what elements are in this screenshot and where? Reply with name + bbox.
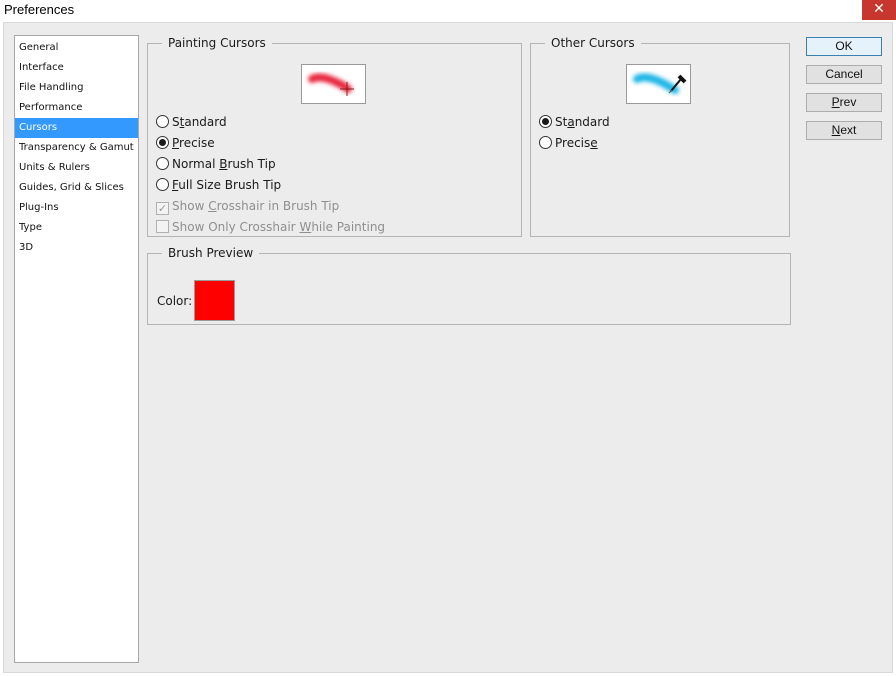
label-part: ext	[840, 123, 857, 137]
show-only-crosshair-option: Show Only Crosshair While Painting	[156, 219, 385, 235]
label-mnemonic: P	[172, 136, 180, 150]
show-crosshair-checkbox: ✓	[156, 202, 169, 215]
label-part: Show Only Crosshair	[172, 220, 300, 234]
other-cursors-group: Other Cursors Standard Precise	[530, 36, 790, 237]
painting-full-size-brush-tip-option[interactable]: Full Size Brush Tip	[156, 177, 281, 193]
close-button[interactable]: ✕	[862, 0, 896, 20]
painting-cursor-preview	[301, 64, 366, 104]
label-part: Precis	[555, 136, 591, 150]
sidebar-item-general[interactable]: General	[15, 38, 138, 58]
prev-button[interactable]: Prev	[806, 93, 882, 112]
sidebar-item-guides-grid-slices[interactable]: Guides, Grid & Slices	[15, 178, 138, 198]
label-mnemonic: P	[831, 95, 840, 109]
sidebar-item-transparency-gamut[interactable]: Transparency & Gamut	[15, 138, 138, 158]
close-icon: ✕	[873, 1, 885, 17]
dialog-client-area: General Interface File Handling Performa…	[3, 22, 893, 673]
label-part: S	[172, 115, 180, 129]
category-list[interactable]: General Interface File Handling Performa…	[14, 35, 139, 663]
label-mnemonic: a	[567, 115, 575, 129]
show-crosshair-option: ✓ Show Crosshair in Brush Tip	[156, 198, 340, 215]
label-part: ndard	[574, 115, 610, 129]
title-bar: Preferences ✕	[0, 0, 896, 22]
sidebar-item-performance[interactable]: Performance	[15, 98, 138, 118]
brush-preview-group: Brush Preview Color:	[147, 246, 791, 325]
label-part: rosshair in Brush Tip	[216, 199, 340, 213]
other-cursors-legend: Other Cursors	[551, 36, 635, 50]
painting-normal-brush-tip-radio[interactable]	[156, 157, 169, 170]
painting-standard-radio[interactable]	[156, 115, 169, 128]
sidebar-item-cursors[interactable]: Cursors	[15, 118, 138, 138]
ok-button[interactable]: OK	[806, 37, 882, 56]
painting-precise-radio[interactable]	[156, 136, 169, 149]
label-part: hile Painting	[311, 220, 386, 234]
other-cursor-preview	[626, 64, 691, 104]
sidebar-item-type[interactable]: Type	[15, 218, 138, 238]
painting-normal-brush-tip-option[interactable]: Normal Brush Tip	[156, 156, 276, 172]
sidebar-item-file-handling[interactable]: File Handling	[15, 78, 138, 98]
other-precise-option[interactable]: Precise	[539, 135, 598, 151]
painting-cursors-group: Painting Cursors Standard Precise Normal…	[147, 36, 522, 237]
cancel-button[interactable]: Cancel	[806, 65, 882, 84]
label-part: recise	[179, 136, 215, 150]
cyan-stroke-icon	[633, 73, 687, 94]
label-part: OK	[835, 39, 853, 53]
label-part: ull Size Brush Tip	[178, 178, 282, 192]
show-only-crosshair-checkbox	[156, 220, 169, 233]
next-button[interactable]: Next	[806, 121, 882, 140]
window-title: Preferences	[4, 2, 75, 17]
label-part: Show	[172, 199, 209, 213]
label-part: Cancel	[825, 67, 863, 81]
sidebar-item-3d[interactable]: 3D	[15, 238, 138, 258]
label-part: Normal	[172, 157, 220, 171]
painting-full-size-brush-tip-radio[interactable]	[156, 178, 169, 191]
red-brush-stroke-icon	[308, 73, 354, 96]
other-standard-radio[interactable]	[539, 115, 552, 128]
label-part: andard	[184, 115, 227, 129]
color-label: Color:	[157, 294, 193, 308]
label-mnemonic: C	[208, 199, 217, 213]
label-part: St	[555, 115, 568, 129]
brush-color-swatch[interactable]	[194, 280, 235, 321]
label-mnemonic: e	[590, 136, 598, 150]
sidebar-item-units-rulers[interactable]: Units & Rulers	[15, 158, 138, 178]
sidebar-item-plug-ins[interactable]: Plug-Ins	[15, 198, 138, 218]
other-precise-radio[interactable]	[539, 136, 552, 149]
label-mnemonic: W	[299, 220, 312, 234]
painting-cursors-legend: Painting Cursors	[168, 36, 266, 50]
label-part: rev	[839, 95, 857, 109]
other-standard-option[interactable]: Standard	[539, 114, 610, 130]
painting-standard-option[interactable]: Standard	[156, 114, 227, 130]
painting-precise-option[interactable]: Precise	[156, 135, 215, 151]
label-part: rush Tip	[227, 157, 276, 171]
brush-preview-legend: Brush Preview	[168, 246, 254, 260]
sidebar-item-interface[interactable]: Interface	[15, 58, 138, 78]
